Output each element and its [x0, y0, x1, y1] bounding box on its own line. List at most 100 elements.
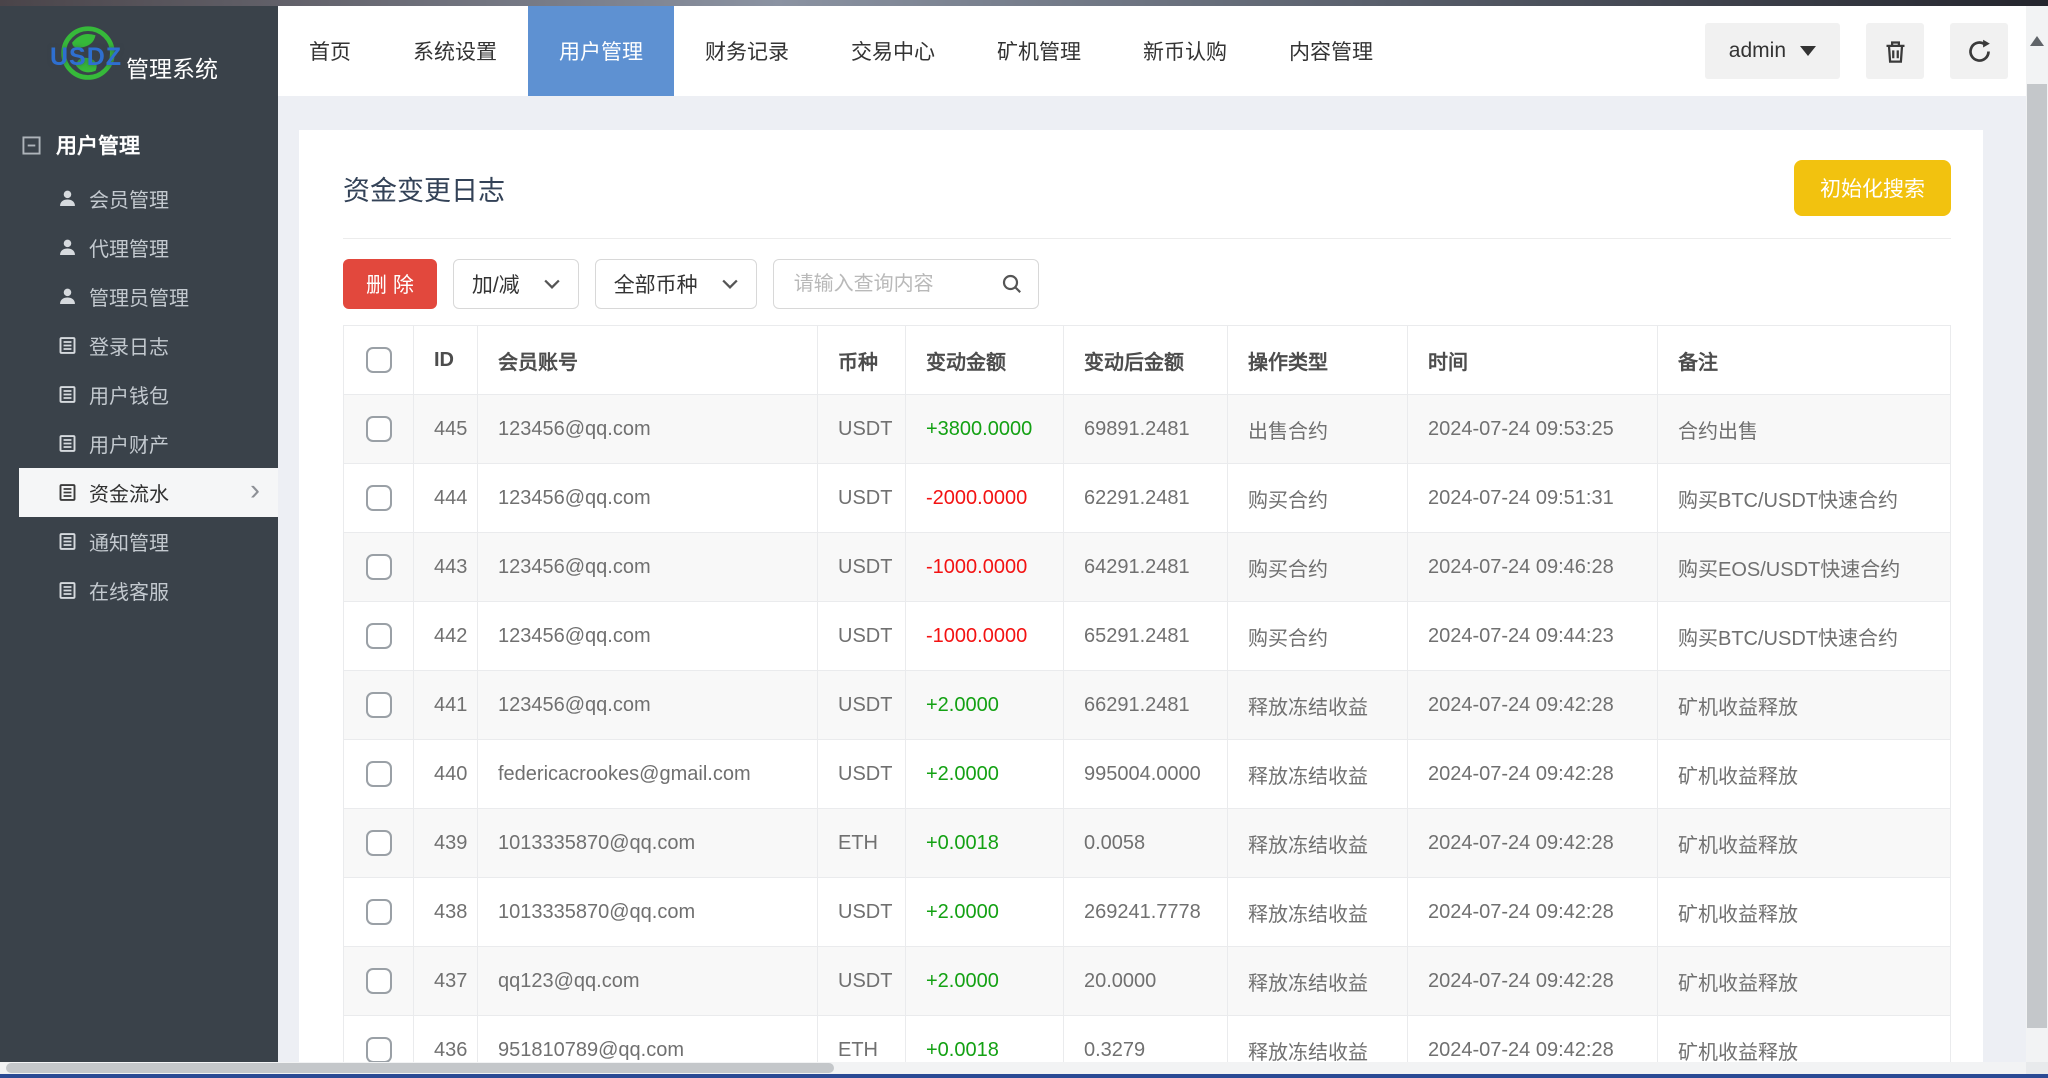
table-cell: 123456@qq.com	[478, 602, 818, 671]
sidebar-section-users[interactable]: 用户管理	[0, 102, 278, 174]
collapse-icon	[22, 136, 41, 155]
sidebar-item[interactable]: 资金流水›	[19, 468, 278, 517]
sidebar-item[interactable]: 代理管理	[0, 223, 278, 272]
admin-menu[interactable]: admin	[1705, 23, 1840, 79]
table-cell: +0.0018	[906, 809, 1064, 878]
logout-icon	[1966, 38, 1993, 65]
table-cell: USDT	[818, 878, 906, 947]
nav-tabs: 首页系统设置用户管理财务记录交易中心矿机管理新币认购内容管理	[278, 6, 1404, 96]
nav-tab[interactable]: 财务记录	[674, 6, 820, 96]
column-header: 变动金额	[906, 326, 1064, 395]
chevron-down-icon	[722, 279, 738, 290]
system-title: 管理系统	[126, 50, 218, 84]
sidebar-item[interactable]: 用户财产	[0, 419, 278, 468]
table-cell: 矿机收益释放	[1658, 671, 1951, 740]
sidebar-item[interactable]: 通知管理	[0, 517, 278, 566]
table-cell: 123456@qq.com	[478, 533, 818, 602]
table-cell: 合约出售	[1658, 395, 1951, 464]
row-checkbox[interactable]	[366, 416, 392, 442]
table-cell: 437	[414, 947, 478, 1016]
row-checkbox[interactable]	[366, 485, 392, 511]
sidebar-item[interactable]: 用户钱包	[0, 370, 278, 419]
nav-tab[interactable]: 用户管理	[528, 6, 674, 96]
sidebar-item-label: 代理管理	[89, 233, 169, 262]
table-cell: +2.0000	[906, 671, 1064, 740]
delete-button[interactable]: 删 除	[343, 259, 437, 309]
table-cell: USDT	[818, 947, 906, 1016]
content-area: 资金变更日志 初始化搜索 删 除 加/减 全部币种	[278, 96, 2026, 1062]
horizontal-scrollbar[interactable]	[0, 1062, 2026, 1074]
row-checkbox[interactable]	[366, 1037, 392, 1062]
trash-button[interactable]	[1866, 23, 1924, 79]
table-cell: 0.0058	[1064, 809, 1228, 878]
table-cell: 62291.2481	[1064, 464, 1228, 533]
column-header: 备注	[1658, 326, 1951, 395]
row-checkbox[interactable]	[366, 554, 392, 580]
table-cell: 66291.2481	[1064, 671, 1228, 740]
row-checkbox[interactable]	[366, 830, 392, 856]
type-select-value: 加/减	[472, 269, 520, 299]
table-cell: 2024-07-24 09:42:28	[1408, 671, 1658, 740]
table-cell: 1013335870@qq.com	[478, 878, 818, 947]
table-cell: 矿机收益释放	[1658, 1016, 1951, 1063]
log-icon	[57, 335, 78, 356]
card-header: 资金变更日志 初始化搜索	[343, 130, 1951, 239]
sidebar-item[interactable]: 在线客服	[0, 566, 278, 615]
row-checkbox[interactable]	[366, 968, 392, 994]
row-checkbox[interactable]	[366, 623, 392, 649]
table-cell: 释放冻结收益	[1228, 947, 1408, 1016]
sidebar-item[interactable]: 管理员管理	[0, 272, 278, 321]
search-input[interactable]	[792, 272, 1000, 297]
brand-name: USDZ	[50, 43, 122, 72]
table-cell: 438	[414, 878, 478, 947]
table-cell: 439	[414, 809, 478, 878]
vertical-scrollbar-thumb[interactable]	[2027, 84, 2047, 1028]
column-header: ID	[414, 326, 478, 395]
table-cell: 2024-07-24 09:42:28	[1408, 947, 1658, 1016]
select-all-checkbox[interactable]	[366, 347, 392, 373]
nav-tab[interactable]: 矿机管理	[966, 6, 1112, 96]
table-cell: 购买BTC/USDT快速合约	[1658, 464, 1951, 533]
table-cell: 2024-07-24 09:42:28	[1408, 878, 1658, 947]
horizontal-scrollbar-thumb[interactable]	[6, 1063, 834, 1073]
type-select[interactable]: 加/减	[453, 259, 579, 309]
table-cell: +3800.0000	[906, 395, 1064, 464]
nav-tab[interactable]: 内容管理	[1258, 6, 1404, 96]
top-navbar: 首页系统设置用户管理财务记录交易中心矿机管理新币认购内容管理 admin	[278, 6, 2026, 96]
table-header-row: ID会员账号币种变动金额变动后金额操作类型时间备注	[344, 326, 1951, 395]
row-checkbox[interactable]	[366, 899, 392, 925]
table-cell: 951810789@qq.com	[478, 1016, 818, 1063]
nav-tab[interactable]: 系统设置	[382, 6, 528, 96]
sidebar-item[interactable]: 登录日志	[0, 321, 278, 370]
init-search-button[interactable]: 初始化搜索	[1794, 160, 1951, 216]
table-cell: 444	[414, 464, 478, 533]
row-checkbox[interactable]	[366, 692, 392, 718]
currency-select[interactable]: 全部币种	[595, 259, 757, 309]
toolbar: 删 除 加/减 全部币种	[343, 259, 1951, 309]
row-checkbox[interactable]	[366, 761, 392, 787]
table-body: 445123456@qq.comUSDT+3800.000069891.2481…	[344, 395, 1951, 1063]
table-row: 4381013335870@qq.comUSDT+2.0000269241.77…	[344, 878, 1951, 947]
table-cell: 购买合约	[1228, 464, 1408, 533]
panel-card: 资金变更日志 初始化搜索 删 除 加/减 全部币种	[299, 130, 1983, 1062]
sidebar-menu: 会员管理代理管理管理员管理登录日志用户钱包用户财产资金流水›通知管理在线客服	[0, 174, 278, 615]
nav-tab[interactable]: 交易中心	[820, 6, 966, 96]
sidebar-section-label: 用户管理	[56, 130, 140, 160]
currency-select-value: 全部币种	[614, 269, 698, 299]
table-cell: 释放冻结收益	[1228, 878, 1408, 947]
nav-tab[interactable]: 首页	[278, 6, 382, 96]
logout-button[interactable]	[1950, 23, 2008, 79]
scroll-up-icon[interactable]	[2030, 36, 2044, 46]
table-cell: USDT	[818, 740, 906, 809]
search-icon[interactable]	[1000, 272, 1024, 296]
vertical-scrollbar[interactable]	[2026, 6, 2048, 1062]
table-cell: -2000.0000	[906, 464, 1064, 533]
table-cell: ETH	[818, 1016, 906, 1063]
table-cell: USDT	[818, 464, 906, 533]
sidebar-item-label: 在线客服	[89, 576, 169, 605]
brand-logo: USDZ 管理系统	[0, 6, 278, 102]
nav-tab[interactable]: 新币认购	[1112, 6, 1258, 96]
sidebar-item[interactable]: 会员管理	[0, 174, 278, 223]
sidebar-item-label: 资金流水	[89, 478, 169, 507]
table-cell: 1013335870@qq.com	[478, 809, 818, 878]
